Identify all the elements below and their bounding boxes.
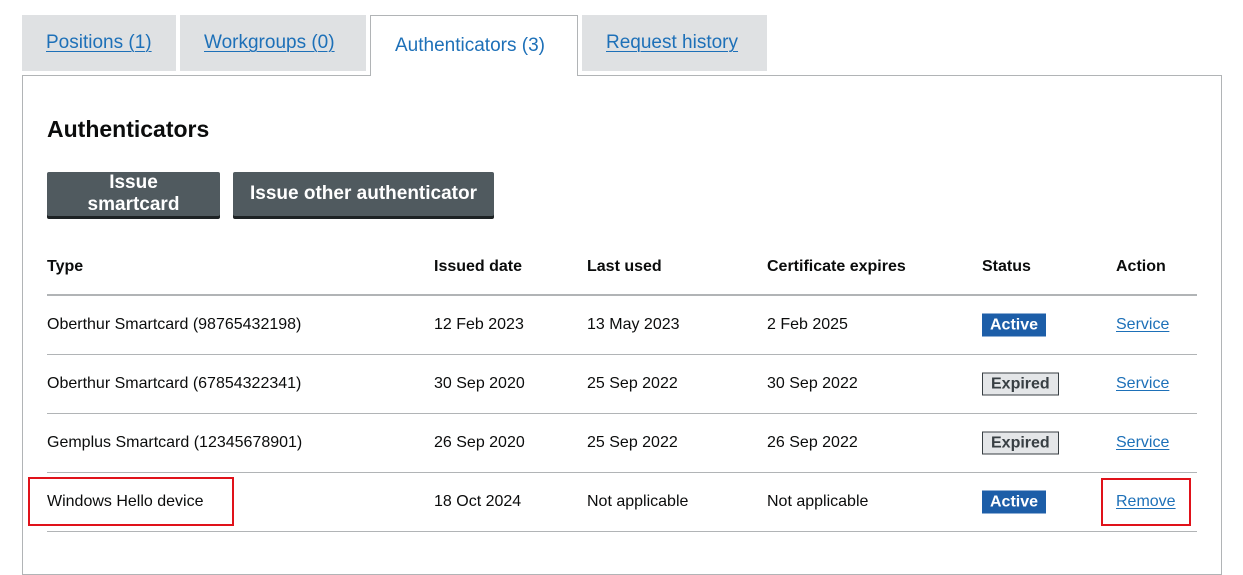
authenticators-table: Type Issued date Last used Certificate e… bbox=[47, 238, 1197, 532]
row-last-used: Not applicable bbox=[587, 493, 689, 510]
tab-workgroups[interactable]: Workgroups (0) bbox=[180, 15, 366, 71]
header-status: Status bbox=[982, 258, 1031, 275]
row-last-used: 25 Sep 2022 bbox=[587, 434, 678, 451]
row-issued-date: 30 Sep 2020 bbox=[434, 375, 525, 392]
table-row: Oberthur Smartcard (67854322341) 30 Sep … bbox=[47, 355, 1197, 414]
issue-smartcard-button[interactable]: Issue smartcard bbox=[47, 172, 220, 216]
status-badge: Expired bbox=[982, 372, 1059, 396]
status-badge: Active bbox=[982, 490, 1047, 514]
header-action: Action bbox=[1116, 258, 1166, 275]
row-action: Service bbox=[1116, 375, 1169, 393]
table-row: Gemplus Smartcard (12345678901) 26 Sep 2… bbox=[47, 414, 1197, 473]
header-type: Type bbox=[47, 258, 84, 275]
row-status: Expired bbox=[982, 431, 1059, 455]
tab-workgroups-link[interactable]: Workgroups (0) bbox=[204, 32, 335, 54]
table-header: Type Issued date Last used Certificate e… bbox=[47, 238, 1197, 296]
row-action: Service bbox=[1116, 434, 1169, 452]
row-type: Gemplus Smartcard (12345678901) bbox=[47, 434, 303, 451]
table-row: Windows Hello device 18 Oct 2024 Not app… bbox=[47, 473, 1197, 532]
row-certificate-expires: 2 Feb 2025 bbox=[767, 316, 848, 333]
issue-other-authenticator-button[interactable]: Issue other authenticator bbox=[233, 172, 494, 216]
table-row: Oberthur Smartcard (98765432198) 12 Feb … bbox=[47, 296, 1197, 355]
row-status: Active bbox=[982, 490, 1047, 514]
section-heading: Authenticators bbox=[47, 116, 210, 142]
tab-positions-link[interactable]: Positions (1) bbox=[46, 32, 152, 54]
row-status: Active bbox=[982, 313, 1047, 337]
row-action: Service bbox=[1116, 316, 1169, 334]
header-issued-date: Issued date bbox=[434, 258, 523, 275]
header-certificate-expires: Certificate expires bbox=[767, 258, 906, 275]
status-badge: Expired bbox=[982, 431, 1059, 455]
row-type: Oberthur Smartcard (98765432198) bbox=[47, 316, 302, 333]
service-link[interactable]: Service bbox=[1116, 316, 1169, 333]
tab-positions[interactable]: Positions (1) bbox=[22, 15, 176, 71]
tab-request-history[interactable]: Request history bbox=[582, 15, 767, 71]
row-issued-date: 26 Sep 2020 bbox=[434, 434, 525, 451]
row-certificate-expires: 26 Sep 2022 bbox=[767, 434, 858, 451]
tab-authenticators[interactable]: Authenticators (3) bbox=[370, 15, 578, 76]
row-issued-date: 18 Oct 2024 bbox=[434, 493, 522, 510]
row-type: Oberthur Smartcard (67854322341) bbox=[47, 375, 302, 392]
tab-bar: Positions (1) Workgroups (0) Authenticat… bbox=[22, 15, 771, 76]
row-last-used: 13 May 2023 bbox=[587, 316, 680, 333]
service-link[interactable]: Service bbox=[1116, 375, 1169, 392]
tab-authenticators-label: Authenticators (3) bbox=[395, 35, 545, 56]
tab-request-history-link[interactable]: Request history bbox=[606, 32, 738, 54]
status-badge: Active bbox=[982, 313, 1047, 337]
service-link[interactable]: Service bbox=[1116, 434, 1169, 451]
row-last-used: 25 Sep 2022 bbox=[587, 375, 678, 392]
row-certificate-expires: 30 Sep 2022 bbox=[767, 375, 858, 392]
row-action: Remove bbox=[1116, 493, 1176, 511]
row-issued-date: 12 Feb 2023 bbox=[434, 316, 524, 333]
header-last-used: Last used bbox=[587, 258, 662, 275]
row-status: Expired bbox=[982, 372, 1059, 396]
row-certificate-expires: Not applicable bbox=[767, 493, 869, 510]
row-type: Windows Hello device bbox=[47, 493, 204, 510]
remove-link[interactable]: Remove bbox=[1116, 493, 1176, 510]
